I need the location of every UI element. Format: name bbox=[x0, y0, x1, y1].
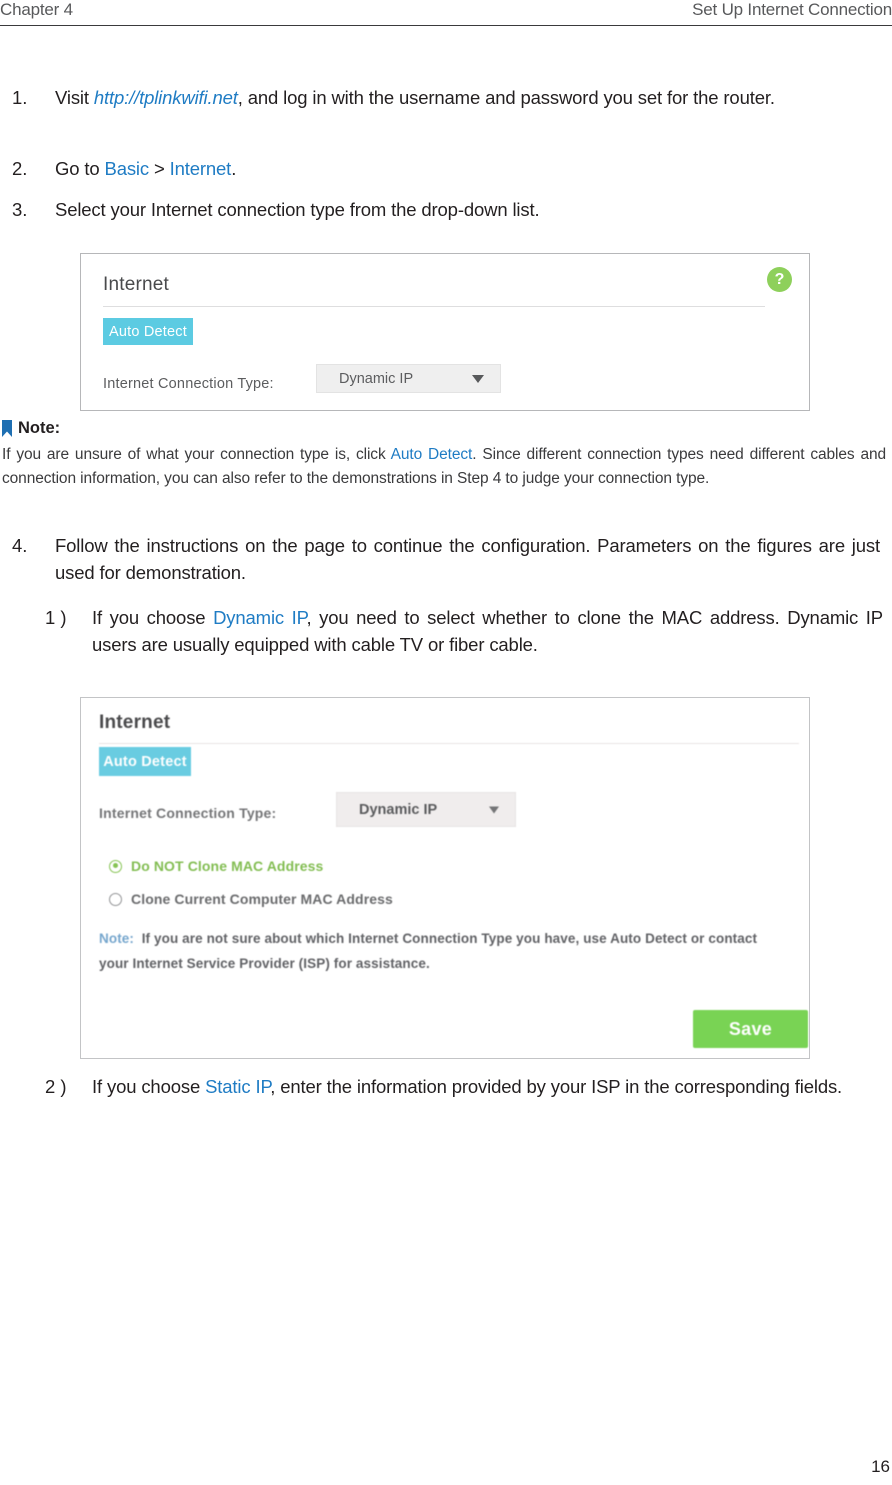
page-header: Chapter 4 Set Up Internet Connection bbox=[0, 0, 892, 26]
internet-connection-type-label-2: Internet Connection Type: bbox=[99, 805, 277, 821]
tplinkwifi-link[interactable]: http://tplinkwifi.net bbox=[94, 87, 238, 108]
substep-1-text: If you choose Dynamic IP, you need to se… bbox=[92, 604, 883, 658]
figure-2-title-divider bbox=[99, 743, 799, 744]
radio-clone-current-mac[interactable]: Clone Current Computer MAC Address bbox=[109, 891, 393, 907]
step-2-prefix: Go to bbox=[55, 158, 105, 179]
help-icon[interactable]: ? bbox=[767, 267, 792, 292]
step-1-number: 1. bbox=[12, 87, 28, 108]
step-2-text: Go to Basic > Internet. bbox=[55, 155, 880, 182]
figure-2-panel-title: Internet bbox=[99, 712, 171, 733]
figure-2-inner: Internet Auto Detect Internet Connection… bbox=[81, 698, 809, 1058]
note-label: Note: bbox=[18, 419, 61, 437]
step-1: 1. Visit http://tplinkwifi.net, and log … bbox=[12, 84, 880, 111]
step-4: 4. Follow the instructions on the page t… bbox=[12, 532, 880, 586]
step-3-text: Select your Internet connection type fro… bbox=[55, 199, 540, 220]
substep-2-text: If you choose Static IP, enter the infor… bbox=[92, 1073, 883, 1100]
step-2-separator: > bbox=[149, 158, 170, 179]
figure-internet-basic: Internet ? Auto Detect Internet Connecti… bbox=[80, 253, 810, 411]
chevron-down-icon bbox=[472, 374, 484, 383]
substep-1-text-before: If you choose bbox=[92, 607, 214, 628]
step-4-text: Follow the instructions on the page to c… bbox=[55, 535, 880, 583]
internet-connection-type-value: Dynamic IP bbox=[339, 370, 414, 387]
step-1-text-before: Visit bbox=[55, 87, 94, 108]
substep-2-number: 2 ) bbox=[45, 1076, 67, 1097]
dynamic-ip-link[interactable]: Dynamic IP bbox=[213, 607, 307, 628]
header-section-title: Set Up Internet Connection bbox=[692, 0, 892, 19]
note-body-before: If you are unsure of what your connectio… bbox=[2, 446, 391, 463]
step-2-suffix: . bbox=[231, 158, 237, 179]
step-2-number: 2. bbox=[12, 158, 28, 179]
radio-do-not-clone-mac-label: Do NOT Clone MAC Address bbox=[131, 858, 324, 874]
step-2: 2. Go to Basic > Internet. bbox=[12, 155, 880, 182]
substep-1-number: 1 ) bbox=[45, 607, 67, 628]
basic-menu-link[interactable]: Basic bbox=[105, 158, 150, 179]
header-chapter: Chapter 4 bbox=[0, 0, 73, 19]
internet-connection-type-label: Internet Connection Type: bbox=[103, 376, 274, 392]
note-header: Note: bbox=[0, 417, 892, 439]
internet-connection-type-value-2: Dynamic IP bbox=[359, 801, 438, 818]
note-block: Note: If you are unsure of what your con… bbox=[0, 417, 892, 491]
save-button[interactable]: Save bbox=[693, 1010, 808, 1048]
figure-internet-dynamic-ip: Internet Auto Detect Internet Connection… bbox=[80, 697, 810, 1059]
radio-clone-current-mac-label: Clone Current Computer MAC Address bbox=[131, 891, 393, 907]
internet-connection-type-select-2[interactable]: Dynamic IP bbox=[336, 792, 516, 827]
substep-2: 2 ) If you choose Static IP, enter the i… bbox=[45, 1073, 883, 1100]
auto-detect-link[interactable]: Auto Detect bbox=[391, 446, 473, 463]
page-number: 16 bbox=[871, 1457, 890, 1476]
figure-1-panel-title: Internet bbox=[103, 274, 170, 295]
figure-1-title-divider bbox=[103, 306, 765, 307]
bookmark-flag-icon bbox=[2, 419, 12, 437]
auto-detect-button-2[interactable]: Auto Detect bbox=[99, 747, 191, 776]
figure-2-note-lead: Note: bbox=[99, 931, 134, 946]
radio-unselected-icon bbox=[109, 892, 122, 906]
substep-2-text-after: , enter the information provided by your… bbox=[270, 1076, 843, 1097]
auto-detect-button[interactable]: Auto Detect bbox=[103, 318, 193, 345]
header-divider bbox=[0, 25, 892, 26]
step-1-text: Visit http://tplinkwifi.net, and log in … bbox=[55, 84, 880, 111]
internet-connection-type-select[interactable]: Dynamic IP bbox=[316, 364, 501, 393]
step-1-text-after: , and log in with the username and passw… bbox=[237, 87, 775, 108]
internet-menu-link[interactable]: Internet bbox=[170, 158, 232, 179]
step-3-number: 3. bbox=[12, 199, 28, 220]
substep-2-text-before: If you choose bbox=[92, 1076, 206, 1097]
chevron-down-icon-2 bbox=[489, 806, 499, 813]
figure-2-note: Note: If you are not sure about which In… bbox=[99, 926, 789, 976]
static-ip-link[interactable]: Static IP bbox=[205, 1076, 270, 1097]
step-3: 3. Select your Internet connection type … bbox=[12, 196, 880, 223]
figure-1-inner: Internet ? Auto Detect Internet Connecti… bbox=[81, 254, 809, 410]
substep-1: 1 ) If you choose Dynamic IP, you need t… bbox=[45, 604, 883, 658]
note-body: If you are unsure of what your connectio… bbox=[0, 443, 886, 491]
figure-2-note-text: If you are not sure about which Internet… bbox=[99, 931, 758, 971]
radio-do-not-clone-mac[interactable]: Do NOT Clone MAC Address bbox=[109, 858, 323, 874]
step-4-number: 4. bbox=[12, 535, 28, 556]
radio-selected-icon bbox=[109, 859, 122, 873]
